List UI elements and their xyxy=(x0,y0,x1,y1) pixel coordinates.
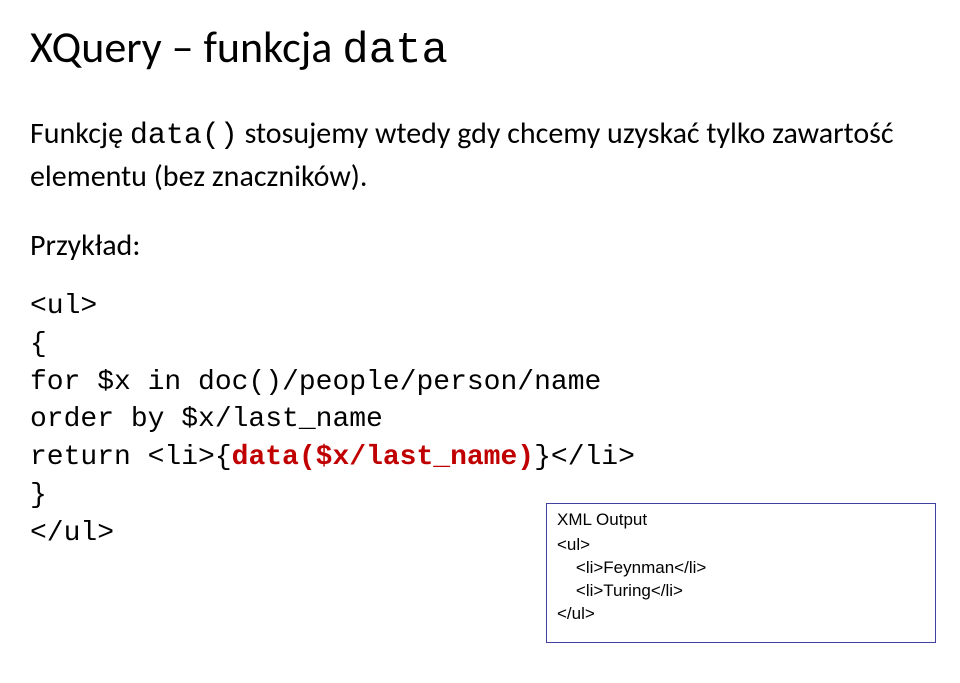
code-line-5-post: }</li> xyxy=(534,442,635,473)
code-line-6: } xyxy=(30,480,47,511)
output-line-4: </ul> xyxy=(557,604,595,623)
example-label: Przykład: xyxy=(30,227,930,264)
xml-output-box: XML Output <ul> <li>Feynman</li> <li>Tur… xyxy=(546,503,936,643)
code-line-3: for $x in doc()/people/person/name xyxy=(30,367,601,398)
code-line-4: order by $x/last_name xyxy=(30,404,383,435)
output-line-3: <li>Turing</li> xyxy=(557,581,683,600)
para-pre: Funkcję xyxy=(30,115,130,152)
output-code: <ul> <li>Feynman</li> <li>Turing</li> </… xyxy=(557,534,925,626)
output-line-2: <li>Feynman</li> xyxy=(557,558,706,577)
output-line-1: <ul> xyxy=(557,535,590,554)
output-title: XML Output xyxy=(557,510,925,530)
code-line-5-highlight: data($x/last_name) xyxy=(232,442,534,473)
description-paragraph: Funkcję data() stosujemy wtedy gdy chcem… xyxy=(30,114,930,197)
code-line-7: </ul> xyxy=(30,518,114,549)
title-text: XQuery – funkcja xyxy=(30,20,342,74)
code-line-1: <ul> xyxy=(30,291,97,322)
code-line-2: { xyxy=(30,329,47,360)
para-code: data() xyxy=(130,119,238,153)
title-code: data xyxy=(342,26,448,76)
slide-title: XQuery – funkcja data xyxy=(30,20,930,76)
code-line-5-pre: return <li>{ xyxy=(30,442,232,473)
